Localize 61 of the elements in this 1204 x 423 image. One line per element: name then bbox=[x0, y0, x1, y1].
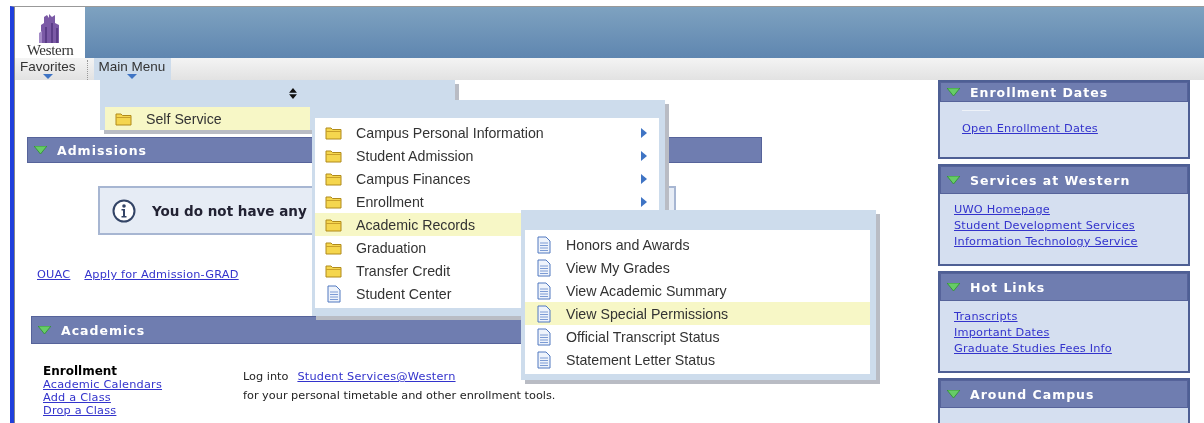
collapse-triangle-icon[interactable] bbox=[34, 146, 47, 154]
admission-link[interactable]: OUAC bbox=[37, 268, 71, 286]
login-text: Log into bbox=[243, 370, 289, 383]
menu-item[interactable]: Self Service bbox=[105, 107, 310, 130]
menu-item[interactable]: Student Admission bbox=[315, 144, 659, 167]
collapse-triangle-icon[interactable] bbox=[947, 176, 960, 184]
sidebar-link[interactable]: Important Dates bbox=[954, 325, 1174, 341]
document-icon bbox=[536, 258, 551, 277]
menu-bar-item[interactable]: Main Menu bbox=[93, 58, 172, 80]
folder-icon bbox=[325, 125, 342, 140]
sidebar-link[interactable]: Transcripts bbox=[954, 309, 1174, 325]
menu-item[interactable]: Campus Personal Information bbox=[315, 121, 659, 144]
info-icon bbox=[112, 198, 136, 223]
menu-item[interactable]: Statement Letter Status bbox=[525, 348, 870, 371]
sidebar-link[interactable]: Student Development Services bbox=[954, 218, 1174, 234]
sidebar-link[interactable]: UWO Homepage bbox=[954, 202, 1174, 218]
admission-link[interactable]: Apply for Admission-GRAD bbox=[84, 268, 239, 286]
section-title: Hot Links bbox=[970, 279, 1046, 295]
menu-item[interactable]: Campus Finances bbox=[315, 167, 659, 190]
enrollment-heading: Enrollment bbox=[43, 364, 119, 378]
login-description: for your personal timetable and other enrollment tools. bbox=[243, 389, 556, 402]
logo-text: Western bbox=[26, 43, 74, 58]
sidebar-link[interactable]: Graduate Studies Fees Info bbox=[954, 341, 1174, 357]
document-icon bbox=[536, 304, 551, 323]
sidebar-link[interactable]: Open Enrollment Dates bbox=[962, 121, 1174, 137]
folder-icon bbox=[325, 194, 342, 209]
document-icon bbox=[536, 327, 551, 346]
folder-icon bbox=[325, 171, 342, 186]
menu-item[interactable]: View Special Permissions bbox=[525, 302, 870, 325]
document-icon bbox=[536, 281, 551, 300]
menu-item[interactable]: View My Grades bbox=[525, 256, 870, 279]
section-title: Academics bbox=[61, 322, 146, 338]
collapse-triangle-icon[interactable] bbox=[947, 390, 960, 398]
folder-icon bbox=[325, 148, 342, 163]
enrollment-link[interactable]: Drop a Class bbox=[43, 404, 243, 417]
document-icon bbox=[326, 284, 341, 303]
menu-item[interactable]: Honors and Awards bbox=[525, 233, 870, 256]
section-title: Services at Western bbox=[970, 172, 1131, 188]
sort-arrows-icon[interactable] bbox=[288, 88, 298, 99]
sidebar-link[interactable]: Information Technology Service bbox=[954, 234, 1174, 250]
section-title: Admissions bbox=[57, 142, 148, 158]
enrollment-link[interactable]: Academic Calendars bbox=[43, 378, 243, 391]
caret-icon bbox=[43, 74, 54, 79]
section-title: Enrollment Dates bbox=[970, 84, 1109, 100]
document-icon bbox=[536, 235, 551, 254]
menu-item[interactable]: Enrollment bbox=[315, 190, 659, 213]
folder-icon bbox=[325, 240, 342, 255]
info-message: You do not have any bbox=[152, 202, 307, 219]
folder-icon bbox=[325, 263, 342, 278]
menu-item[interactable]: View Academic Summary bbox=[525, 279, 870, 302]
document-icon bbox=[536, 350, 551, 369]
section-title: Around Campus bbox=[970, 386, 1095, 402]
menu-bar-item[interactable]: Favorites bbox=[15, 58, 82, 80]
menu-item[interactable]: Official Transcript Status bbox=[525, 325, 870, 348]
collapse-triangle-icon[interactable] bbox=[947, 283, 960, 291]
folder-icon bbox=[115, 111, 132, 126]
enrollment-link[interactable]: Add a Class bbox=[43, 391, 243, 404]
collapse-triangle-icon[interactable] bbox=[38, 326, 51, 334]
collapse-triangle-icon[interactable] bbox=[947, 88, 960, 96]
folder-icon bbox=[325, 217, 342, 232]
student-services-link[interactable]: Student Services@Western bbox=[297, 370, 456, 383]
